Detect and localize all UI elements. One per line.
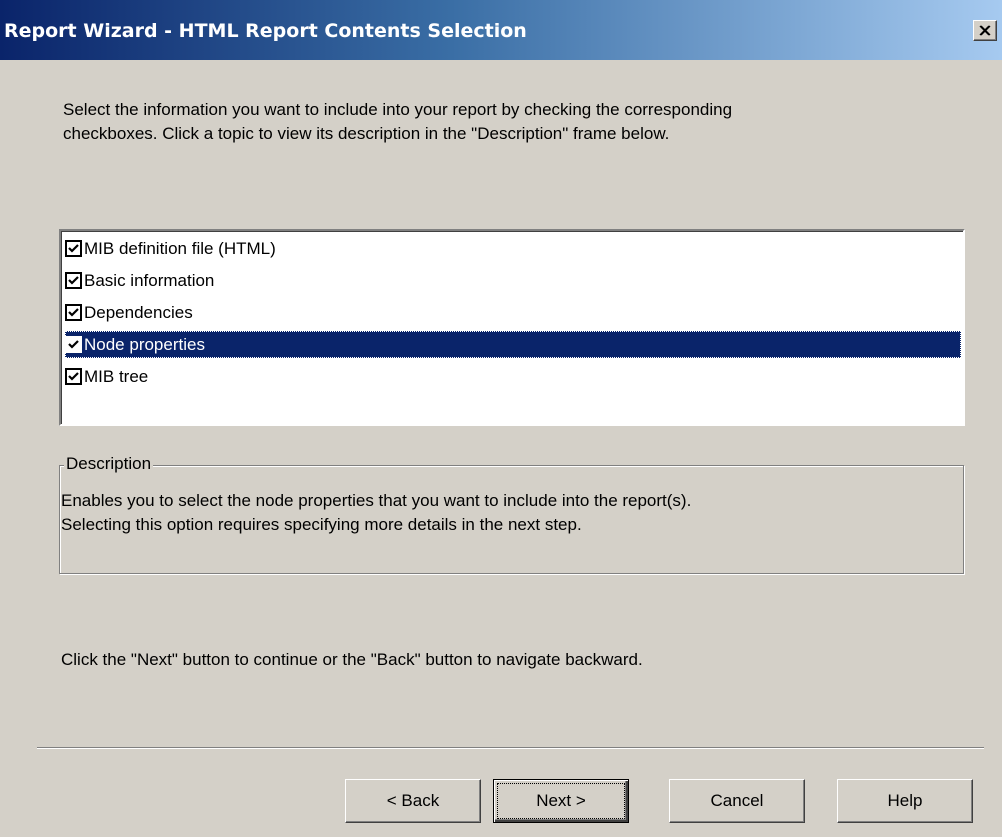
list-item-mib-definition-file[interactable]: MIB definition file (HTML): [65, 235, 961, 262]
checkbox-basic-information[interactable]: [65, 272, 82, 289]
check-icon: [68, 340, 79, 349]
check-icon: [68, 372, 79, 381]
description-line-2: Selecting this option requires specifyin…: [61, 515, 582, 534]
list-item-dependencies[interactable]: Dependencies: [65, 299, 961, 326]
topics-listbox[interactable]: MIB definition file (HTML) Basic informa…: [59, 229, 965, 426]
checkbox-dependencies[interactable]: [65, 304, 82, 321]
description-text: Enables you to select the node propertie…: [61, 489, 941, 537]
next-button[interactable]: Next >: [493, 779, 629, 823]
check-icon: [68, 276, 79, 285]
checkbox-mib-tree[interactable]: [65, 368, 82, 385]
list-item-label: Node properties: [84, 334, 205, 354]
check-icon: [68, 308, 79, 317]
check-icon: [68, 244, 79, 253]
list-item-label: MIB definition file (HTML): [84, 238, 276, 258]
back-button-label: < Back: [386, 791, 440, 810]
title-bar[interactable]: Report Wizard - HTML Report Contents Sel…: [0, 0, 1002, 60]
cancel-button-label: Cancel: [710, 791, 764, 810]
separator: [37, 747, 984, 749]
help-button[interactable]: Help: [837, 779, 973, 823]
list-item-label: Basic information: [84, 270, 215, 290]
window-title: Report Wizard - HTML Report Contents Sel…: [4, 20, 527, 42]
cancel-button[interactable]: Cancel: [669, 779, 805, 823]
back-button[interactable]: < Back: [345, 779, 481, 823]
list-item-node-properties[interactable]: Node properties: [65, 331, 961, 358]
instructions: Select the information you want to inclu…: [63, 98, 943, 146]
description-legend: Description: [64, 454, 154, 474]
checkbox-mib-definition-file[interactable]: [65, 240, 82, 257]
focus-rectangle: [497, 783, 625, 819]
navigation-hint: Click the "Next" button to continue or t…: [61, 650, 643, 669]
checkbox-node-properties[interactable]: [65, 336, 82, 353]
close-button[interactable]: [973, 20, 997, 41]
instructions-line-1: Select the information you want to inclu…: [63, 100, 733, 119]
list-item-label: MIB tree: [84, 366, 149, 386]
list-item-label: Dependencies: [84, 302, 193, 322]
list-item-basic-information[interactable]: Basic information: [65, 267, 961, 294]
close-icon: [979, 25, 991, 36]
description-group: Description Enables you to select the no…: [59, 454, 964, 574]
instructions-line-2: checkboxes. Click a topic to view its de…: [63, 124, 670, 143]
list-item-mib-tree[interactable]: MIB tree: [65, 363, 961, 390]
description-line-1: Enables you to select the node propertie…: [61, 491, 692, 510]
help-button-label: Help: [887, 791, 923, 810]
